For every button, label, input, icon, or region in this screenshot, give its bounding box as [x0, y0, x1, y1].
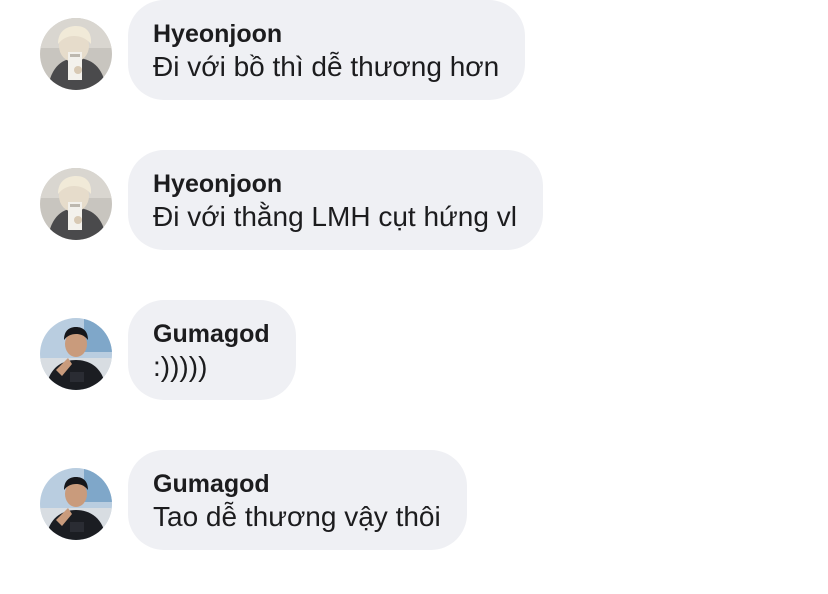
message-row: Gumagod :))))) — [0, 300, 828, 422]
message-row: Hyeonjoon Đi với thằng LMH cụt hứng vl — [0, 150, 828, 272]
avatar[interactable] — [40, 168, 112, 240]
message-bubble[interactable]: Hyeonjoon Đi với thằng LMH cụt hứng vl — [128, 150, 543, 250]
avatar[interactable] — [40, 18, 112, 90]
message-bubble[interactable]: Hyeonjoon Đi với bồ thì dễ thương hơn — [128, 0, 526, 100]
sender-name: Gumagod — [153, 320, 270, 348]
avatar[interactable] — [40, 318, 112, 390]
sender-name: Hyeonjoon — [153, 20, 283, 48]
message-bubble[interactable]: Gumagod :))))) — [128, 300, 296, 400]
sender-name: Gumagod — [153, 470, 270, 498]
message-text: :))))) — [153, 351, 208, 382]
message-bubble[interactable]: Gumagod Tao dễ thương vậy thôi — [128, 450, 467, 550]
message-text: Đi với bồ thì dễ thương hơn — [153, 51, 500, 82]
message-row: Gumagod Tao dễ thương vậy thôi — [0, 450, 828, 572]
message-row: Hyeonjoon Đi với bồ thì dễ thương hơn — [0, 0, 828, 122]
message-text: Đi với thằng LMH cụt hứng vl — [153, 201, 517, 232]
sender-name: Hyeonjoon — [153, 170, 283, 198]
avatar[interactable] — [40, 468, 112, 540]
message-text: Tao dễ thương vậy thôi — [153, 501, 441, 532]
